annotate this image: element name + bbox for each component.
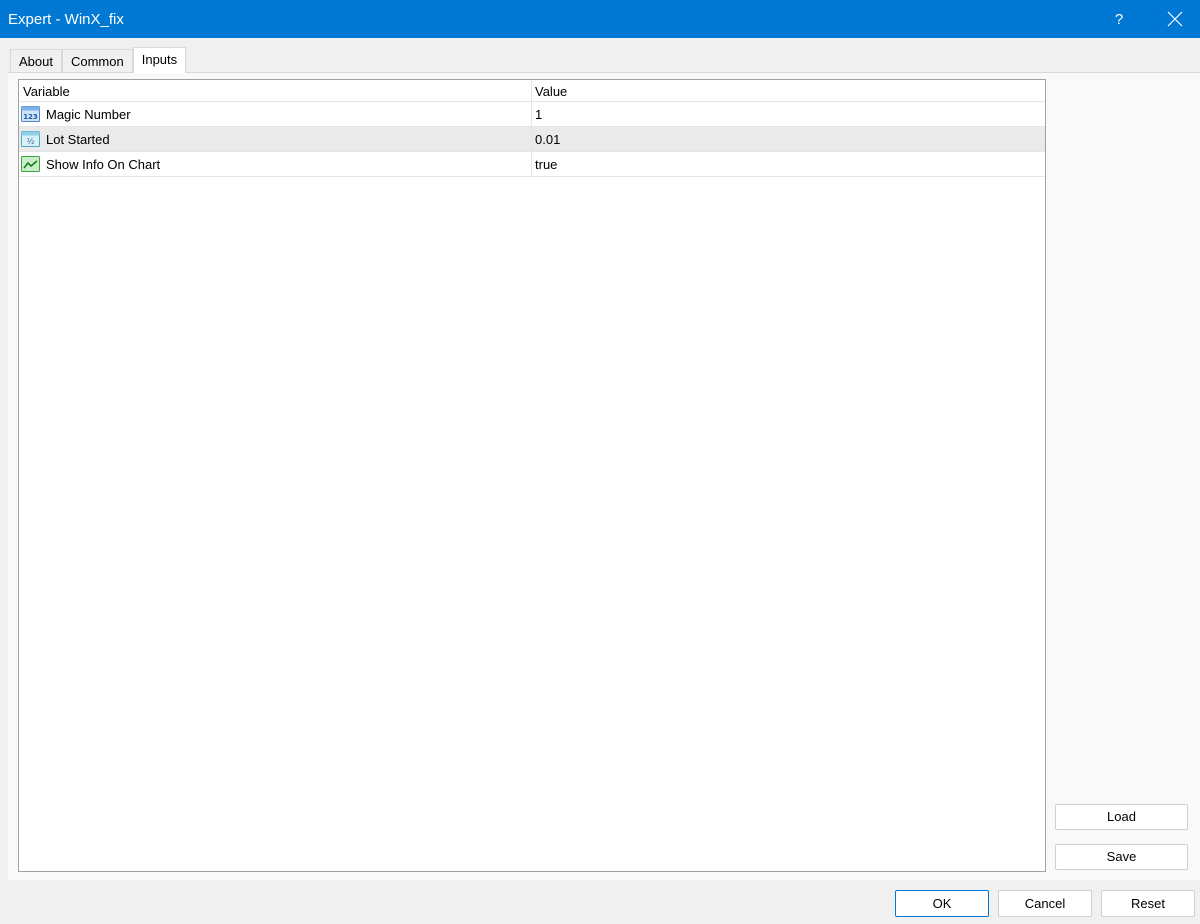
row-variable: Lot Started <box>46 132 110 147</box>
column-divider[interactable] <box>531 80 532 176</box>
boolean-chart-icon <box>21 156 40 172</box>
tab-about[interactable]: About <box>10 49 62 73</box>
svg-text:½: ½ <box>27 137 35 146</box>
reset-button[interactable]: Reset <box>1101 890 1195 917</box>
tab-strip: About Common Inputs <box>10 47 187 73</box>
load-button[interactable]: Load <box>1055 804 1188 830</box>
grid-header: Variable Value <box>19 80 1045 102</box>
title-bar[interactable]: Expert - WinX_fix ? <box>0 0 1200 38</box>
close-button[interactable] <box>1152 0 1198 38</box>
column-header-variable[interactable]: Variable <box>23 84 70 99</box>
column-header-value[interactable]: Value <box>535 84 567 99</box>
close-icon <box>1167 11 1183 27</box>
table-row[interactable]: Show Info On Chart true <box>19 152 1045 177</box>
row-value[interactable]: true <box>535 157 557 172</box>
save-button[interactable]: Save <box>1055 844 1188 870</box>
tab-inputs[interactable]: Inputs <box>132 47 187 73</box>
svg-text:123: 123 <box>23 113 38 121</box>
row-value[interactable]: 0.01 <box>535 132 560 147</box>
integer-123-icon: 123 <box>21 106 40 122</box>
help-button[interactable]: ? <box>1096 0 1142 38</box>
table-row[interactable]: ½ Lot Started 0.01 <box>19 127 1045 152</box>
row-variable: Show Info On Chart <box>46 157 161 172</box>
table-row[interactable]: 123 Magic Number 1 <box>19 102 1045 127</box>
cancel-button[interactable]: Cancel <box>998 890 1092 917</box>
row-value[interactable]: 1 <box>535 107 542 122</box>
inputs-grid[interactable]: Variable Value 123 Magic Number 1 ½ Lot … <box>18 79 1046 872</box>
row-variable: Magic Number <box>46 107 131 122</box>
ok-button[interactable]: OK <box>895 890 989 917</box>
expert-dialog: Expert - WinX_fix ? About Common Inputs … <box>0 0 1200 924</box>
help-icon: ? <box>1114 10 1124 28</box>
window-title: Expert - WinX_fix <box>8 11 124 28</box>
fraction-half-icon: ½ <box>21 131 40 147</box>
tab-common[interactable]: Common <box>61 49 133 73</box>
